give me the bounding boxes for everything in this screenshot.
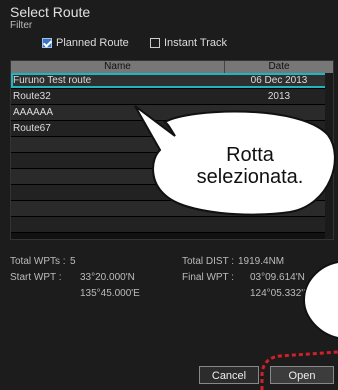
select-route-dialog: Select Route Filter Planned Route Instan… — [0, 0, 338, 390]
open-button-highlight — [260, 350, 338, 390]
